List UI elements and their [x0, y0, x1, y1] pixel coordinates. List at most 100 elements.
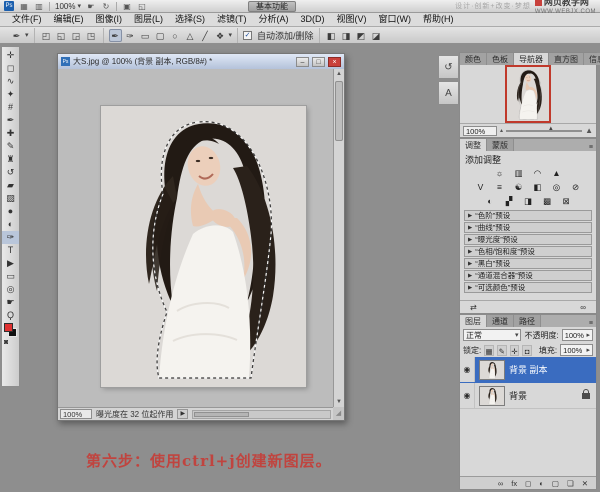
panel-menu-icon[interactable]: ≡ — [589, 144, 596, 151]
adjustment-layer-icon[interactable]: ◐ — [539, 479, 544, 488]
menu-analysis[interactable]: 分析(A) — [253, 13, 295, 26]
navigator-zoom-field[interactable]: 100% — [463, 125, 497, 136]
layer-style-icon[interactable]: fx — [511, 479, 517, 488]
delete-layer-icon[interactable]: ✕ — [582, 479, 588, 488]
tab-color[interactable]: 颜色 — [460, 53, 487, 65]
threshold-icon[interactable]: ◨ — [521, 196, 535, 207]
mode-icon-4[interactable]: ◳ — [85, 29, 98, 42]
line-icon[interactable]: ╱ — [199, 29, 212, 42]
maximize-button[interactable]: □ — [312, 56, 325, 67]
posterize-icon[interactable]: ▞ — [502, 196, 516, 207]
history-brush-tool[interactable]: ↺ — [2, 166, 19, 179]
crop-tool[interactable]: # — [2, 101, 19, 114]
3d-rotate-tool[interactable]: ◎ — [2, 283, 19, 296]
tab-navigator[interactable]: 导航器 — [514, 53, 549, 65]
chevron-right-icon[interactable]: ▶ — [468, 213, 472, 219]
black-white-icon[interactable]: ◧ — [531, 182, 545, 193]
layer-thumbnail[interactable] — [479, 385, 505, 406]
levels-icon[interactable]: ▥ — [512, 168, 526, 179]
tab-masks[interactable]: 蒙版 — [487, 139, 514, 151]
horizontal-scrollbar[interactable] — [192, 409, 331, 419]
photo-filter-icon[interactable]: ◎ — [550, 182, 564, 193]
gradient-map-icon[interactable]: ▩ — [540, 196, 554, 207]
vertical-scrollbar[interactable]: ▲ ▼ — [333, 69, 344, 407]
slider-thumb[interactable]: ▲ — [548, 126, 554, 132]
channel-mixer-icon[interactable]: ⊘ — [569, 182, 583, 193]
curves-icon[interactable]: ◠ — [531, 168, 545, 179]
custom-shape-icon[interactable]: ❖ — [214, 29, 227, 42]
vibrance-icon[interactable]: V — [474, 182, 488, 193]
ellipse-icon[interactable]: ○ — [169, 29, 182, 42]
rectangle-icon[interactable]: ▭ — [139, 29, 152, 42]
panel-menu-icon[interactable]: ≡ — [589, 320, 596, 327]
lasso-tool[interactable]: ∿ — [2, 75, 19, 88]
new-group-icon[interactable]: ▢ — [552, 479, 559, 488]
invert-icon[interactable]: ◐ — [483, 196, 497, 207]
chevron-down-icon[interactable]: ▾ — [229, 31, 233, 39]
mode-icon-2[interactable]: ◱ — [55, 29, 68, 42]
menu-filter[interactable]: 滤镜(T) — [211, 13, 253, 26]
lock-transparency-icon[interactable]: ▦ — [484, 344, 494, 356]
link-layers-icon[interactable]: ∞ — [498, 479, 503, 488]
visibility-eye-icon[interactable]: ◉ — [460, 383, 475, 408]
hand-tool-icon[interactable]: ☛ — [86, 2, 96, 11]
menu-3d[interactable]: 3D(D) — [295, 13, 331, 26]
scroll-down-icon[interactable]: ▼ — [334, 397, 344, 407]
scroll-up-icon[interactable]: ▲ — [334, 69, 344, 79]
preset-black-white[interactable]: ▶ “黑白”预设 — [464, 258, 592, 269]
tab-paths[interactable]: 路径 — [514, 315, 541, 327]
preset-levels[interactable]: ▶ “色阶”预设 — [464, 210, 592, 221]
polygon-icon[interactable]: △ — [184, 29, 197, 42]
blend-mode-select[interactable]: 正常 ▾ — [463, 329, 522, 341]
freeform-pen-icon[interactable]: ✑ — [124, 29, 137, 42]
quick-mask-icon[interactable]: ◙ — [4, 339, 8, 346]
rounded-rectangle-icon[interactable]: ▢ — [154, 29, 167, 42]
mode-icon-3[interactable]: ◲ — [70, 29, 83, 42]
pen-tool[interactable]: ✑ — [2, 231, 19, 244]
path-op-icon-2[interactable]: ◨ — [340, 29, 353, 42]
lock-position-icon[interactable]: ✛ — [509, 344, 520, 356]
switch-panel-icon[interactable]: ⇄ — [470, 303, 477, 312]
brightness-contrast-icon[interactable]: ☼ — [493, 168, 507, 179]
preset-channel-mixer[interactable]: ▶ “通道混合器”预设 — [464, 270, 592, 281]
marquee-tool[interactable]: ◻ — [2, 62, 19, 75]
navigator-preview[interactable] — [505, 65, 551, 123]
clone-stamp-tool[interactable]: ♜ — [2, 153, 19, 166]
chevron-down-icon[interactable]: ▾ — [77, 2, 81, 10]
color-balance-icon[interactable]: ☯ — [512, 182, 526, 193]
arrange-documents-icon[interactable]: ▣ — [122, 2, 132, 11]
photo-canvas[interactable] — [101, 106, 306, 387]
zoom-level-control[interactable]: 100% ▾ — [55, 2, 81, 11]
chevron-right-icon[interactable]: ▶ — [468, 285, 472, 291]
document-title-bar[interactable]: Ps 大S.jpg @ 100% (背景 副本, RGB/8#) * – □ × — [58, 54, 344, 69]
navigator-zoom-slider[interactable]: ▲ — [506, 126, 583, 132]
current-tool-icon[interactable]: ✒ — [10, 29, 23, 42]
menu-file[interactable]: 文件(F) — [6, 13, 48, 26]
chevron-right-icon[interactable]: ▶ — [468, 225, 472, 231]
close-button[interactable]: × — [328, 56, 341, 67]
path-selection-tool[interactable]: ▶ — [2, 257, 19, 270]
chevron-right-icon[interactable]: ▶ — [468, 261, 472, 267]
path-op-icon-1[interactable]: ◧ — [325, 29, 338, 42]
rotate-view-icon[interactable]: ↻ — [101, 2, 111, 11]
layer-name[interactable]: 背景 — [509, 389, 578, 402]
zoom-tool[interactable]: Ϙ — [2, 309, 19, 322]
new-layer-icon[interactable]: ❏ — [567, 479, 574, 488]
tab-adjustments[interactable]: 调整 — [460, 139, 487, 151]
zoom-in-icon[interactable]: ▲ — [585, 126, 593, 135]
menu-view[interactable]: 视图(V) — [331, 13, 373, 26]
type-tool[interactable]: T — [2, 244, 19, 257]
minimize-button[interactable]: – — [296, 56, 309, 67]
view-extras-icon[interactable]: ▥ — [34, 2, 44, 11]
resize-grip[interactable]: ◢ — [333, 407, 344, 420]
add-mask-icon[interactable]: ◻ — [525, 479, 531, 488]
tab-info[interactable]: 信息 — [584, 53, 600, 65]
workspace-switcher-button[interactable]: 基本功能 — [247, 0, 296, 12]
eyedropper-tool[interactable]: ✒ — [2, 114, 19, 127]
menu-help[interactable]: 帮助(H) — [417, 13, 460, 26]
canvas-area[interactable] — [58, 69, 333, 407]
tab-swatches[interactable]: 色板 — [487, 53, 514, 65]
preset-hue-saturation[interactable]: ▶ “色相/饱和度”预设 — [464, 246, 592, 257]
zoom-level-value[interactable]: 100% — [55, 2, 75, 11]
tab-histogram[interactable]: 直方图 — [549, 53, 584, 65]
